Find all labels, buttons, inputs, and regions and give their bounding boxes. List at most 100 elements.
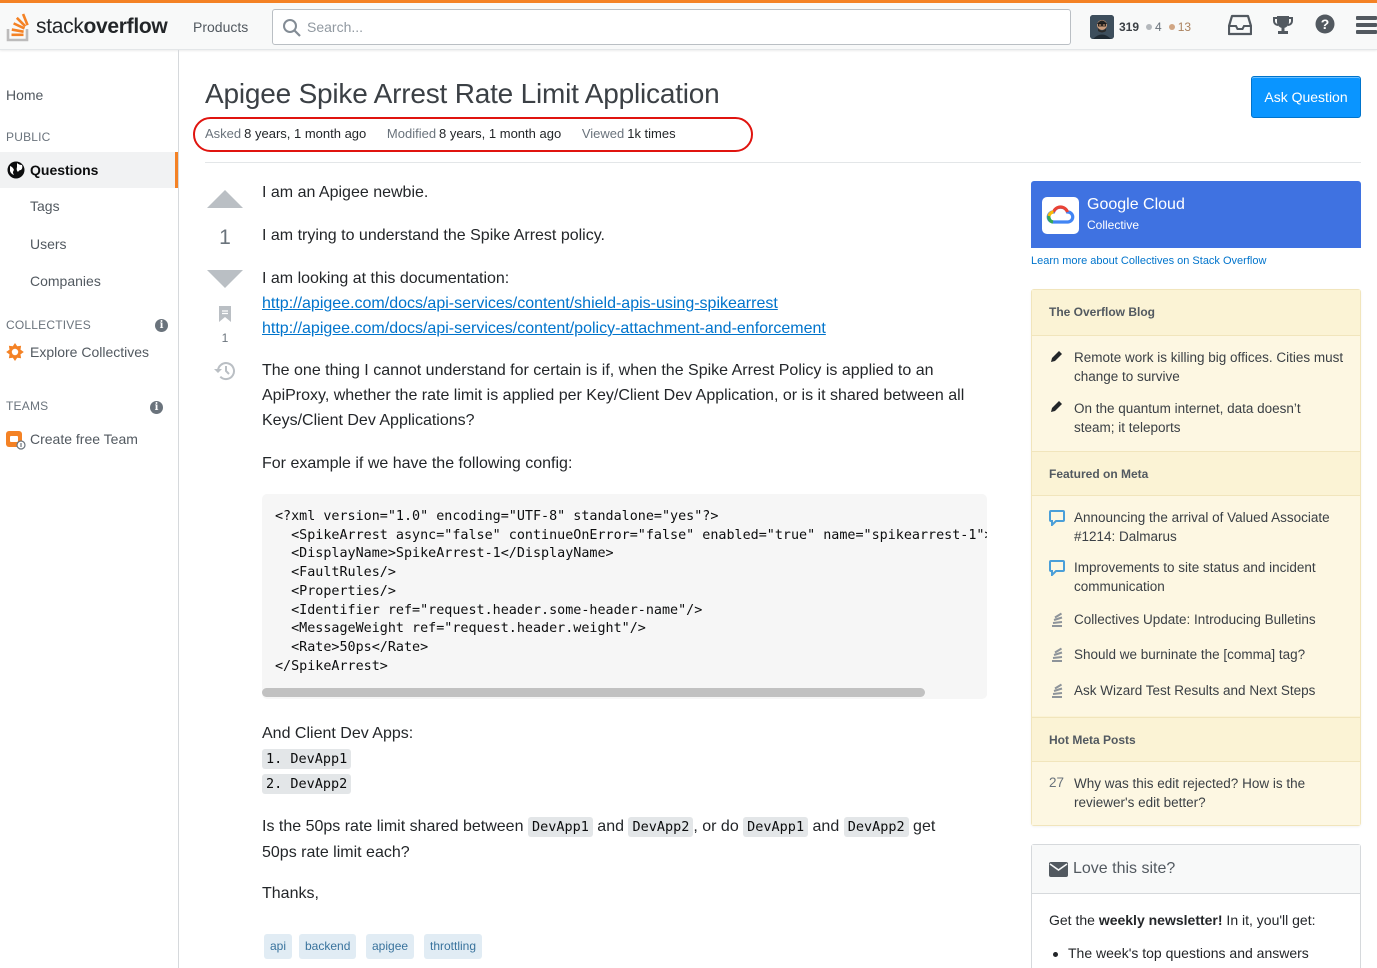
nav-section-collectives: COLLECTIVES <box>6 318 91 332</box>
search-input[interactable] <box>307 18 1047 36</box>
code-block[interactable]: <?xml version="1.0" encoding="UTF-8" sta… <box>262 494 987 699</box>
teams-briefcase-icon <box>6 431 26 450</box>
meta-item-link[interactable]: Should we burninate the [comma] tag? <box>1074 645 1344 664</box>
list-item: 2. DevApp2 <box>262 774 352 794</box>
post-paragraph: For example if we have the following con… <box>262 455 573 472</box>
nav-questions-label: Questions <box>30 162 99 178</box>
help-icon[interactable]: ? <box>1315 14 1335 34</box>
bronze-badge-count: 13 <box>1177 20 1192 34</box>
post-paragraph: And Client Dev Apps: <box>262 725 414 742</box>
inbox-icon[interactable] <box>1228 14 1252 36</box>
logo-text: stackoverflow <box>36 15 168 38</box>
scrollbar-thumb[interactable] <box>262 688 925 697</box>
highlight-annotation-oval <box>193 117 753 152</box>
nav-home[interactable]: Home <box>6 87 43 103</box>
inline-code: DevApp2 <box>843 817 909 837</box>
blog-item-link[interactable]: On the quantum internet, data doesn’t st… <box>1074 399 1344 437</box>
speech-bubble-icon <box>1049 510 1065 526</box>
silver-badge-icon <box>1146 24 1153 30</box>
hot-post-link[interactable]: Why was this edit rejected? How is the r… <box>1074 774 1344 812</box>
meta-item-link[interactable]: Collectives Update: Introducing Bulletin… <box>1074 610 1344 629</box>
inline-code: DevApp2 <box>628 817 694 837</box>
tag-api[interactable]: api <box>264 934 293 959</box>
search-box[interactable] <box>272 9 1071 45</box>
featured-meta-header: Featured on Meta <box>1032 451 1360 496</box>
achievements-trophy-icon[interactable] <box>1272 14 1294 36</box>
post-paragraph: Is the 50ps rate limit shared between De… <box>262 817 936 861</box>
header-divider <box>205 162 1361 163</box>
meta-item-link[interactable]: Improvements to site status and incident… <box>1074 558 1344 596</box>
google-cloud-icon <box>1046 205 1075 224</box>
stackexchange-logo-icon <box>1052 683 1063 698</box>
learn-more-collectives-link[interactable]: Learn more about Collectives on Stack Ov… <box>1031 255 1266 267</box>
code-content: <?xml version="1.0" encoding="UTF-8" sta… <box>275 509 987 674</box>
user-reputation-bar[interactable]: 319 4 13 <box>1090 9 1191 45</box>
history-icon[interactable] <box>214 361 236 381</box>
stackexchange-logo-icon <box>1052 612 1063 627</box>
pencil-icon <box>1051 401 1062 412</box>
meta-item-link[interactable]: Announcing the arrival of Valued Associa… <box>1074 508 1344 546</box>
newsletter-header: Love this site? <box>1032 845 1360 894</box>
avatar-icon <box>1090 15 1114 39</box>
inline-code: DevApp1 <box>527 817 593 837</box>
stackoverflow-logo[interactable]: stackoverflow <box>6 9 168 45</box>
globe-icon <box>7 161 25 179</box>
google-cloud-logo <box>1042 197 1079 234</box>
collectives-info-icon[interactable]: i <box>155 319 168 332</box>
nav-tags[interactable]: Tags <box>30 198 60 214</box>
site-switcher-icon[interactable] <box>1356 16 1377 36</box>
bookmark-icon[interactable] <box>218 305 232 323</box>
top-bar: stackoverflow Products 319 4 13 <box>0 0 1377 50</box>
collective-name: Google Cloud <box>1087 196 1185 213</box>
ask-question-button[interactable]: Ask Question <box>1251 76 1361 118</box>
hot-meta-list: 27 Why was this edit rejected? How is th… <box>1032 761 1360 825</box>
tag-backend[interactable]: backend <box>299 934 357 959</box>
nav-users[interactable]: Users <box>30 236 67 252</box>
newsletter-bullet: The week's top questions and answers <box>1068 945 1309 961</box>
hot-meta-header: Hot Meta Posts <box>1032 717 1360 762</box>
post-paragraph: I am trying to understand the Spike Arre… <box>262 227 605 244</box>
meta-item-link[interactable]: Ask Wizard Test Results and Next Steps <box>1074 681 1344 700</box>
downvote-arrow-icon[interactable] <box>207 270 243 288</box>
nav-explore-collectives[interactable]: Explore Collectives <box>30 344 149 360</box>
post-paragraph: The one thing I cannot understand for ce… <box>262 362 965 429</box>
inline-code: DevApp1 <box>743 817 809 837</box>
collective-banner[interactable]: Google Cloud Collective <box>1031 181 1361 248</box>
nav-section-public: PUBLIC <box>6 130 51 144</box>
post-paragraph: I am an Apigee newbie. <box>262 184 429 201</box>
tag-throttling[interactable]: throttling <box>424 934 483 959</box>
hot-post-answer-count: 27 <box>1049 775 1065 790</box>
collective-subtitle: Collective <box>1087 218 1140 232</box>
bronze-badge-icon <box>1168 24 1175 30</box>
nav-questions[interactable]: Questions <box>0 152 178 188</box>
bookmark-count: 1 <box>221 331 229 345</box>
nav-companies[interactable]: Companies <box>30 273 101 289</box>
overflow-blog-widget: The Overflow Blog Remote work is killing… <box>1031 289 1361 826</box>
reputation-count: 319 <box>1119 20 1140 34</box>
stackexchange-logo-icon <box>1052 647 1063 662</box>
vote-count: 1 <box>219 226 231 249</box>
nav-create-team[interactable]: Create free Team <box>30 431 138 447</box>
documentation-link[interactable]: http://apigee.com/docs/api-services/cont… <box>262 295 778 312</box>
documentation-link[interactable]: http://apigee.com/docs/api-services/cont… <box>262 320 826 337</box>
featured-meta-list: Announcing the arrival of Valued Associa… <box>1032 495 1360 716</box>
nav-section-teams: TEAMS <box>6 399 49 413</box>
svg-text:?: ? <box>1321 16 1330 32</box>
speech-bubble-icon <box>1049 560 1065 576</box>
post-paragraph: Thanks, <box>262 885 319 902</box>
pencil-icon <box>1051 351 1062 362</box>
avatar[interactable] <box>1090 15 1114 39</box>
bullet-dot <box>1053 952 1058 957</box>
silver-badge-count: 4 <box>1155 20 1162 34</box>
newsletter-description: Get the weekly newsletter! In it, you'll… <box>1049 912 1316 928</box>
products-menu[interactable]: Products <box>182 12 259 42</box>
list-item: 1. DevApp1 <box>262 749 352 769</box>
code-horizontal-scrollbar[interactable] <box>262 686 987 697</box>
upvote-arrow-icon[interactable] <box>207 190 243 208</box>
collectives-star-icon <box>6 343 24 361</box>
blog-item-link[interactable]: Remote work is killing big offices. Citi… <box>1074 348 1344 386</box>
teams-info-icon[interactable]: i <box>150 401 163 414</box>
tag-apigee[interactable]: apigee <box>366 934 415 959</box>
left-sidebar: Home PUBLIC Questions Tags Users Compani… <box>0 50 179 968</box>
question-title[interactable]: Apigee Spike Arrest Rate Limit Applicati… <box>205 78 720 110</box>
